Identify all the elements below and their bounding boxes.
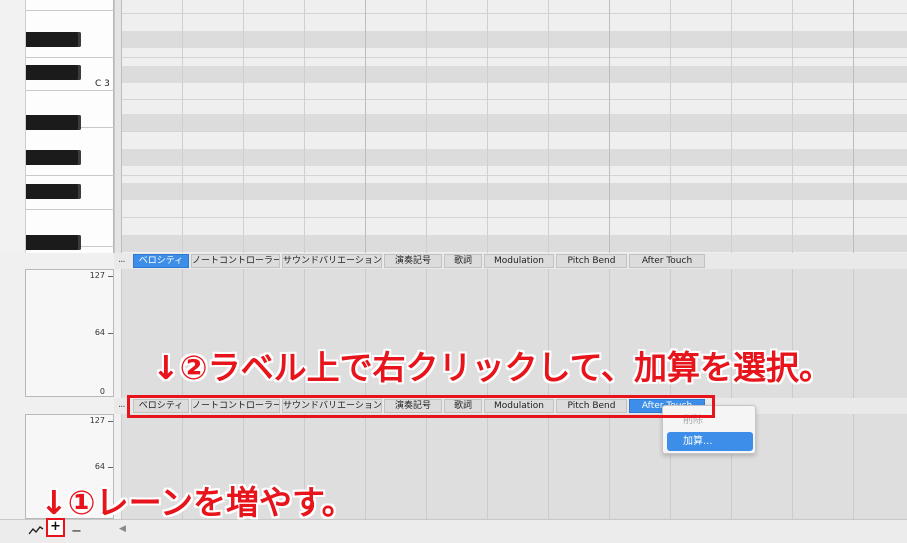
white-key-divider	[26, 57, 115, 58]
grid-vline	[426, 0, 427, 253]
scroll-left-arrow-icon[interactable]: ◀	[119, 524, 126, 534]
scale-tick	[108, 333, 113, 334]
scale-tick	[108, 276, 113, 277]
black-key[interactable]	[26, 115, 81, 130]
grid-hline	[121, 99, 907, 100]
scale-max-label: 127	[89, 271, 105, 280]
remove-lane-button[interactable]: −	[71, 524, 82, 539]
grid-vline	[609, 0, 610, 253]
annotation-step-2: ↓②ラベル上で右クリックして、加算を選択。	[152, 348, 832, 387]
tab-lyrics[interactable]: 歌詞	[444, 254, 482, 268]
grid-row-black	[121, 66, 907, 83]
grid-hline	[121, 217, 907, 218]
black-key[interactable]	[26, 32, 81, 47]
tab-note-controller[interactable]: ノートコントローラー	[191, 254, 280, 268]
grid-row-black	[121, 31, 907, 48]
scale-mid-label: 64	[94, 328, 105, 337]
note-grid[interactable]	[121, 0, 907, 253]
tab-bar-highlight-box	[127, 395, 715, 418]
grid-row-black	[121, 114, 907, 131]
grid-vline	[487, 0, 488, 253]
lane-1-scale: 127 64 0	[25, 269, 114, 397]
piano-keys[interactable]	[25, 0, 115, 253]
lane-vline	[487, 414, 488, 519]
grid-hline	[121, 57, 907, 58]
grid-vline	[670, 0, 671, 253]
tab-modulation[interactable]: Modulation	[484, 254, 554, 268]
lane-vline	[365, 414, 366, 519]
lane-vline	[426, 414, 427, 519]
tab-velocity[interactable]: ベロシティ	[133, 254, 189, 268]
tab-pitch-bend[interactable]: Pitch Bend	[556, 254, 627, 268]
scale-min-label: 0	[99, 387, 105, 396]
annotation-step-1: ↓①レーンを増やす。	[40, 483, 355, 522]
black-key[interactable]	[26, 65, 81, 80]
grid-vline	[548, 0, 549, 253]
octave-label: C 3	[95, 79, 110, 89]
grid-vline	[304, 0, 305, 253]
grid-vline	[365, 0, 366, 253]
lane-vline	[853, 269, 854, 398]
black-key[interactable]	[26, 150, 81, 165]
tab-articulation[interactable]: 演奏記号	[384, 254, 442, 268]
lane-tab-bar-1: ... ベロシティ ノートコントローラー サウンドバリエーション 演奏記号 歌詞…	[114, 253, 907, 269]
piano-keyboard[interactable]: C 3	[0, 0, 121, 253]
keyboard-divider	[114, 0, 121, 253]
menu-item-add[interactable]: 加算...	[667, 432, 753, 451]
grid-hline	[121, 131, 907, 132]
line-curve-icon[interactable]	[28, 524, 44, 540]
grid-vline	[243, 0, 244, 253]
grid-hline	[121, 175, 907, 176]
lane-vline	[121, 269, 122, 398]
tab-after-touch[interactable]: After Touch	[629, 254, 705, 268]
tab-overflow-button[interactable]: ...	[118, 399, 125, 410]
grid-vline	[853, 0, 854, 253]
white-key-divider	[26, 10, 115, 11]
grid-hline	[121, 13, 907, 14]
grid-vline	[182, 0, 183, 253]
lane-vline	[853, 414, 854, 519]
lane-vline	[609, 414, 610, 519]
white-key-divider	[26, 175, 115, 176]
grid-row-black	[121, 183, 907, 200]
scale-max-label: 127	[89, 416, 105, 425]
white-key-divider	[26, 209, 115, 210]
lane-vline	[792, 414, 793, 519]
tab-sound-variation[interactable]: サウンドバリエーション	[282, 254, 382, 268]
white-key-divider	[26, 90, 115, 91]
black-key[interactable]	[26, 184, 81, 199]
scale-tick	[108, 421, 113, 422]
grid-row-black	[121, 149, 907, 166]
grid-vline	[792, 0, 793, 253]
grid-row-black	[121, 235, 907, 252]
grid-vline	[121, 0, 122, 253]
tab-overflow-button[interactable]: ...	[118, 254, 125, 265]
black-key[interactable]	[26, 235, 81, 250]
scale-mid-label: 64	[94, 462, 105, 471]
lane-vline	[548, 414, 549, 519]
scale-tick	[108, 467, 113, 468]
grid-vline	[731, 0, 732, 253]
